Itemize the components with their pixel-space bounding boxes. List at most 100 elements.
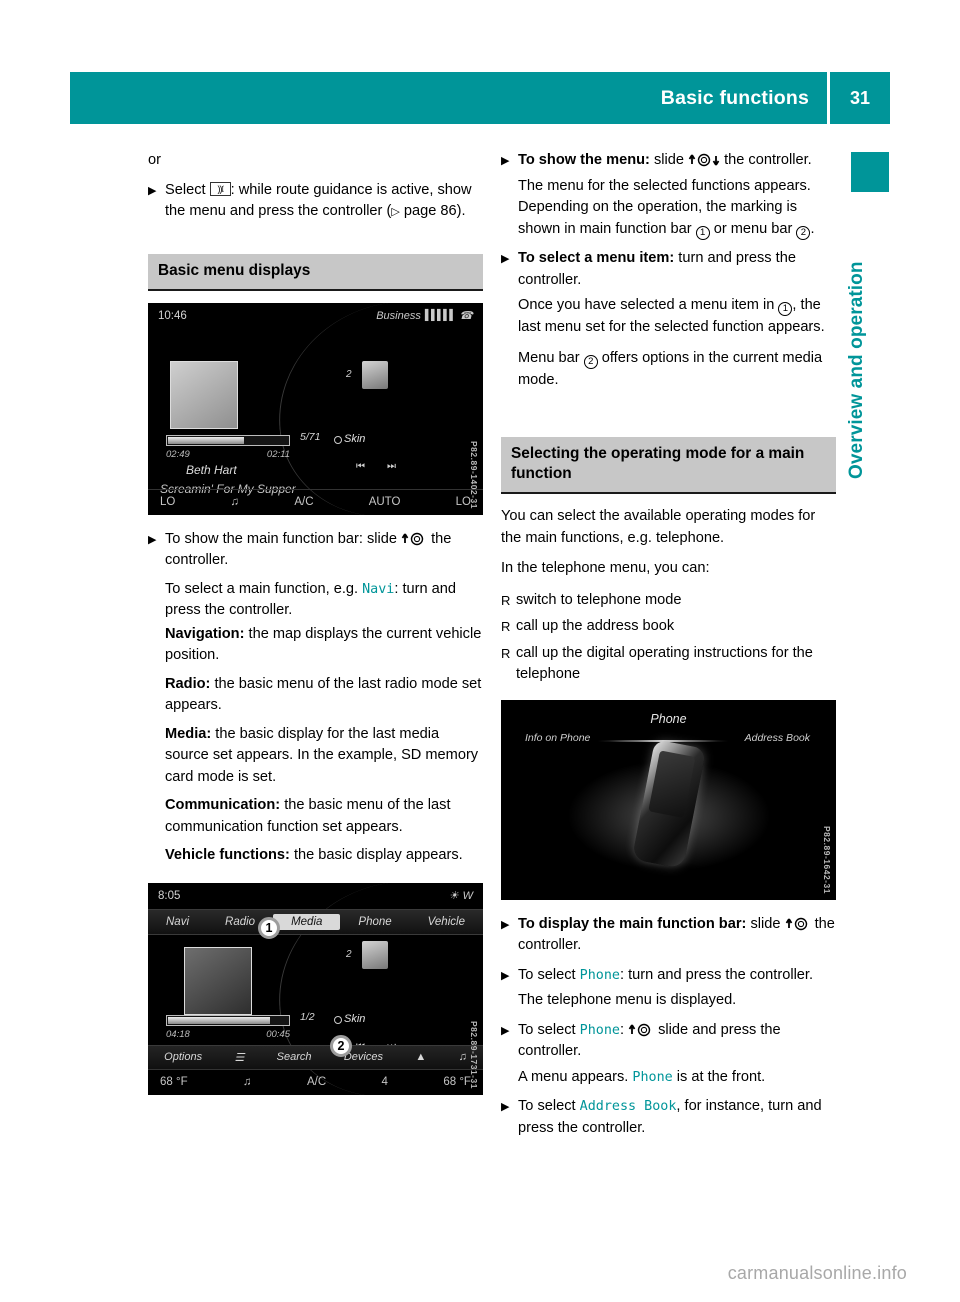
definition-desc: the basic menu of the last radio mode se… <box>165 675 482 714</box>
step-before-text: To select <box>518 966 580 983</box>
skin-label: Skin <box>344 432 366 445</box>
footer-watermark: carmanualsonline.info <box>727 1263 907 1283</box>
phone-menu-screenshot: Phone Info on Phone Address Book P82.89-… <box>501 699 836 900</box>
album-art <box>170 360 238 429</box>
address-book-code-label: Address Book <box>579 1099 677 1114</box>
menu-bar-item-search[interactable]: Search <box>260 1051 327 1063</box>
progress-bar <box>166 434 290 446</box>
list-item-label: call up the digital operating instructio… <box>516 644 813 683</box>
body-part-3: . <box>810 220 815 237</box>
definition-term: Vehicle functions: <box>165 847 290 863</box>
figure-credit: P82.89-1402-31 <box>469 440 479 509</box>
chapter-tab-label: Overview and operation <box>846 261 867 479</box>
step-before-text: To select <box>518 1098 580 1114</box>
controller-slide-updown-icon <box>688 153 720 167</box>
phone-code-label: Phone <box>579 967 620 983</box>
menu-item-info-on-phone[interactable]: Info on Phone <box>525 732 590 744</box>
function-bar-item-navi[interactable]: Navi <box>148 916 207 928</box>
main-function-bar[interactable]: Navi Radio Media Phone Vehicle <box>148 908 483 935</box>
climate-seat-icon: ♫ <box>230 496 240 508</box>
intro-paragraph-2: In the telephone menu, you can: <box>501 560 710 576</box>
track-index: 5/71 <box>300 430 321 443</box>
definition-vehicle-functions: Vehicle functions: the basic display app… <box>148 845 483 867</box>
definition-term: Communication: <box>165 797 281 813</box>
intro-paragraph-1: You can select the available operating m… <box>501 508 816 546</box>
select-main-before: To select a main function, e.g. <box>165 580 363 597</box>
remaining-time: 02:11 <box>266 448 290 460</box>
menu-bar[interactable]: Options ☰ Search Devices ▲ ♫ <box>148 1044 483 1069</box>
album-art <box>184 946 252 1015</box>
status-clock: 8:05 <box>158 889 181 902</box>
select-label: Select <box>165 181 206 198</box>
definition-media: Media: the basic display for the last me… <box>148 724 483 789</box>
voice-command-icon: ))𝔩 <box>209 181 231 196</box>
menu-bar-icon-eject[interactable]: ▲ <box>399 1051 442 1063</box>
menu-bar-item-options[interactable]: Options <box>148 1051 218 1063</box>
show-menu-body: The menu for the selected functions appe… <box>518 176 836 241</box>
definition-desc: the basic display for the last media sou… <box>165 725 479 785</box>
skip-buttons-icon: ⏮⏭ <box>356 460 418 472</box>
playback-progress: 04:18 00:45 <box>166 1014 290 1040</box>
list-item: Rcall up the address book <box>501 616 836 638</box>
body-part-2: or menu bar <box>709 220 797 237</box>
sd-card-icon <box>362 360 388 389</box>
disc-number: 2 <box>346 948 352 960</box>
page-ref: (▷ page 86). <box>386 203 466 219</box>
step-marker: ▶ <box>148 533 157 546</box>
step-bold-lead: To select a menu item: <box>518 250 675 266</box>
function-bar-item-vehicle[interactable]: Vehicle <box>410 916 483 928</box>
callout-ref-1: 1 <box>695 225 710 240</box>
section-heading-basic-menu-displays: Basic menu displays <box>148 253 483 291</box>
signal-bars-icon: ▌▌▌▌▌ <box>424 310 456 321</box>
callout-ref-1: 1 <box>778 302 793 316</box>
skin-dot-icon <box>334 435 342 444</box>
list-item: Rswitch to telephone mode <box>501 590 836 612</box>
sd-card-icon <box>362 940 388 969</box>
climate-seat-icon: ♫ <box>243 1076 252 1088</box>
bullet-icon: R <box>501 645 511 661</box>
or-label: or <box>148 152 161 168</box>
controller-slide-up-icon <box>401 532 427 546</box>
list-item-label: switch to telephone mode <box>516 591 682 608</box>
phone-handset-icon: ☎ <box>459 310 473 322</box>
bullet-icon: R <box>501 619 511 634</box>
step-show-the-menu: ▶ To show the menu: slide the controller… <box>501 150 836 240</box>
menu-appears-body: A menu appears. Phone is at the front. <box>518 1067 836 1089</box>
track-index: 1/2 <box>300 1010 315 1023</box>
step-marker: ▶ <box>501 969 510 982</box>
step-tail-text: the controller. <box>720 152 812 168</box>
weather-icon: ☀ <box>448 890 459 902</box>
screenshot-status-bar: 10:46 Business ▌▌▌▌▌ ☎ <box>148 303 483 329</box>
step-show-main-function-bar: ▶ To show the main function bar: slide t… <box>148 529 483 572</box>
step-marker: ▶ <box>501 155 510 167</box>
status-carrier: Business <box>376 309 421 322</box>
step-marker: ▶ <box>148 184 157 197</box>
step-marker: ▶ <box>501 1101 510 1113</box>
step-mid-text: slide <box>649 152 689 168</box>
skin-label: Skin <box>344 1012 366 1025</box>
function-bar-item-media[interactable]: Media <box>273 913 341 930</box>
chapter-tab-marker <box>851 152 889 192</box>
elapsed-time: 04:18 <box>166 1028 190 1040</box>
definition-navigation: Navigation: the map displays the current… <box>148 624 483 667</box>
screenshot-status-bar: 8:05 ☀ W <box>148 883 483 909</box>
definition-communication: Communication: the basic menu of the las… <box>148 795 483 838</box>
climate-left-temp: LO <box>160 496 176 508</box>
step-text: Select ))𝔩: while route guidance is acti… <box>165 180 483 224</box>
page-ref-triangle-icon: ▷ <box>391 206 400 218</box>
climate-fan-level: 4 <box>381 1076 388 1088</box>
menu-bar-icon-list[interactable]: ☰ <box>218 1051 260 1064</box>
controller-slide-up-icon <box>628 1023 654 1037</box>
definition-term: Navigation: <box>165 625 245 642</box>
step-mid-text: slide <box>746 915 785 932</box>
step-marker: ▶ <box>501 253 510 265</box>
list-item: Rcall up the digital operating instructi… <box>501 643 836 686</box>
decorative-swoosh <box>267 302 483 515</box>
definition-term: Radio: <box>165 675 211 692</box>
progress-bar <box>166 1014 290 1026</box>
step-select-address-book: ▶ To select Address Book, for instance, … <box>501 1096 836 1139</box>
phone-screen-title: Phone <box>650 711 687 726</box>
right-column: ▶ To show the menu: slide the controller… <box>501 150 836 1139</box>
menu-item-address-book[interactable]: Address Book <box>745 732 810 744</box>
function-bar-item-phone[interactable]: Phone <box>340 916 409 928</box>
